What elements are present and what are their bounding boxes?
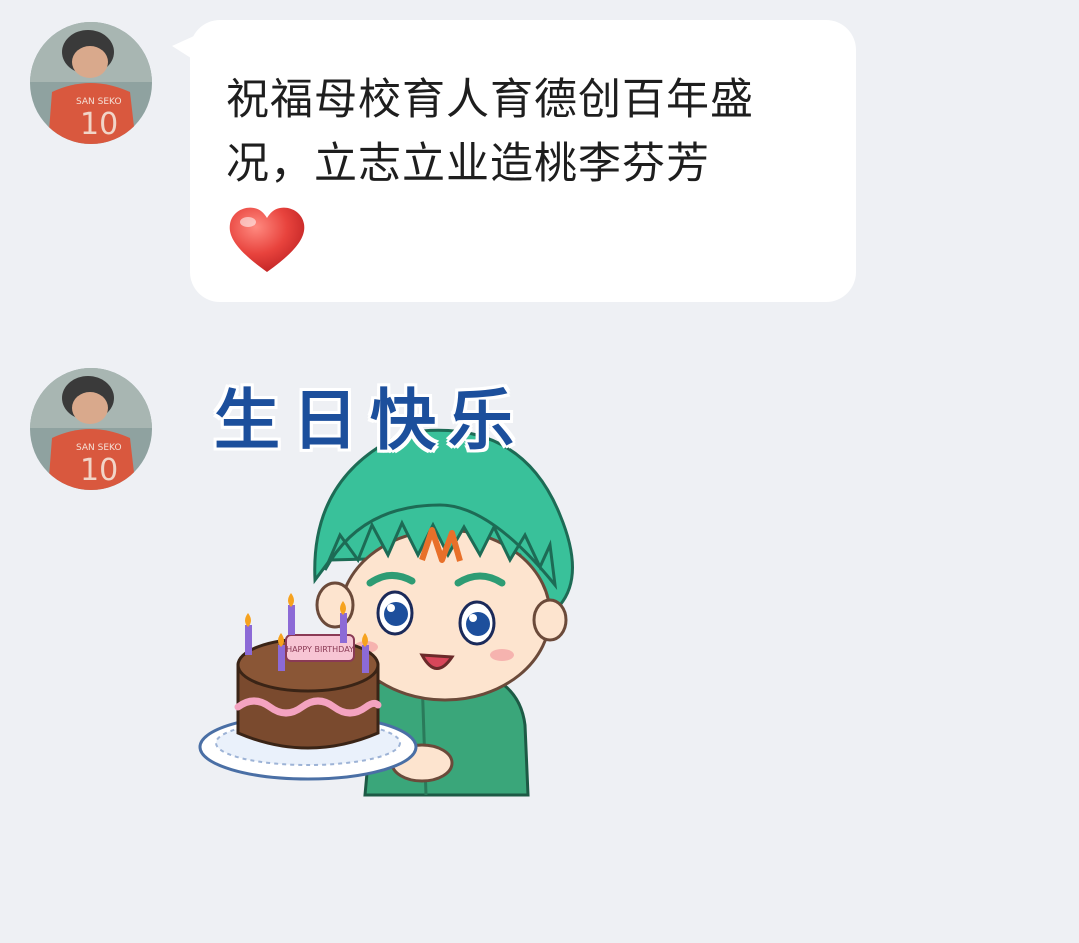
message-bubble-text[interactable]: 祝福母校育人育德创百年盛况，立志立业造桃李芬芳 <box>190 20 856 302</box>
sticker-caption: 生日快乐 <box>214 382 526 459</box>
avatar-jersey-number: 10 <box>80 453 118 488</box>
red-heart-icon <box>226 206 308 276</box>
message-text: 祝福母校育人育德创百年盛况，立志立业造桃李芬芳 <box>226 75 754 189</box>
avatar-jersey-name: SAN SEKO <box>76 443 122 453</box>
sender-avatar[interactable]: SAN SEKO 10 <box>30 22 152 144</box>
sender-avatar[interactable]: SAN SEKO 10 <box>30 368 152 490</box>
avatar-jersey-name: SAN SEKO <box>76 97 122 107</box>
avatar-image: SAN SEKO 10 <box>30 368 152 490</box>
cake-plaque-text: HAPPY BIRTHDAY <box>286 645 354 654</box>
avatar-jersey-number: 10 <box>80 107 118 142</box>
birthday-sticker[interactable]: HAPPY BIRTHDAY 生日快乐 <box>190 355 610 805</box>
avatar-image: SAN SEKO 10 <box>30 22 152 144</box>
chat-area[interactable]: SAN SEKO 10 祝福母校育人育德创百年盛况，立志立业造桃李芬芳 SAN … <box>0 0 1079 943</box>
